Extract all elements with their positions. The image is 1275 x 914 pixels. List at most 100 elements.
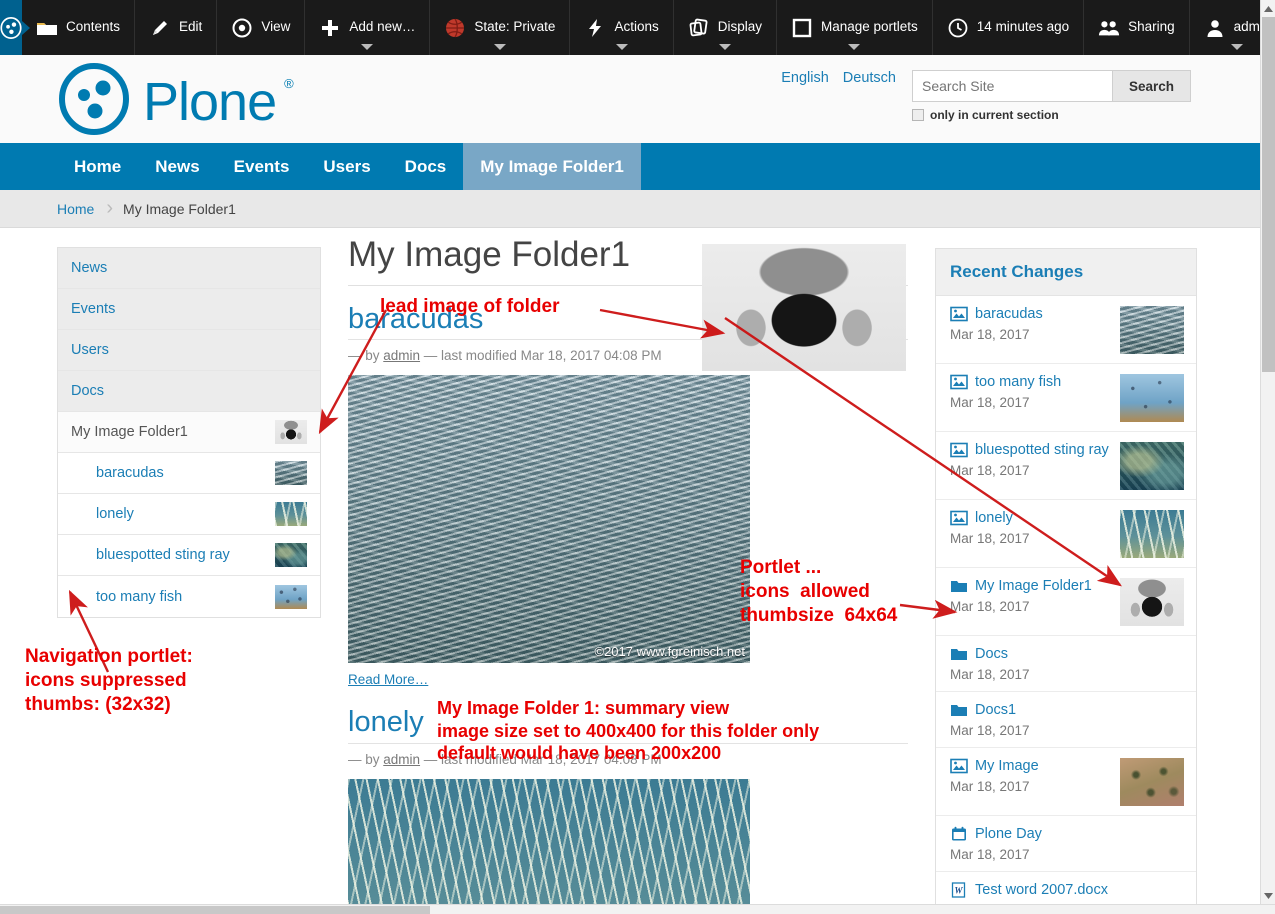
recent-changes-link[interactable]: Docs1	[975, 701, 1016, 719]
nav-portlet-link[interactable]: bluespotted sting ray	[96, 547, 230, 563]
nav-portlet-link[interactable]: News	[71, 260, 107, 276]
recent-changes-row[interactable]: My Image Folder1 Mar 18, 2017	[936, 568, 1196, 636]
chevron-down-icon	[616, 44, 628, 50]
vertical-scrollbar[interactable]	[1260, 0, 1275, 904]
toolbar-plone-logo-button[interactable]	[0, 0, 22, 55]
folder-icon	[36, 17, 58, 39]
toolbar-item-actions[interactable]: Actions	[570, 0, 673, 55]
navigation-portlet: News Events Users Docs My Image Folder1 …	[57, 247, 321, 618]
entry-image-baracudas[interactable]: ©2017 www.fgreinisch.net	[348, 375, 750, 663]
search-input[interactable]	[912, 70, 1112, 102]
recent-changes-date: Mar 18, 2017	[950, 723, 1184, 738]
toolbar-item-edit[interactable]: Edit	[135, 0, 217, 55]
recent-changes-row[interactable]: lonely Mar 18, 2017	[936, 500, 1196, 568]
language-link-deutsch[interactable]: Deutsch	[843, 70, 896, 86]
nav-item-docs[interactable]: Docs	[388, 143, 464, 190]
byline-author-link[interactable]: admin	[383, 752, 420, 767]
vertical-scrollbar-thumb[interactable]	[1262, 17, 1275, 372]
nav-portlet-link[interactable]: Users	[71, 342, 109, 358]
recent-changes-thumbnail	[1120, 758, 1184, 806]
toolbar-item-display[interactable]: Display	[674, 0, 777, 55]
recent-changes-date: Mar 18, 2017	[950, 531, 1114, 546]
scroll-down-arrow-icon[interactable]	[1261, 887, 1275, 904]
image-icon	[950, 374, 968, 392]
chevron-down-icon	[1231, 44, 1243, 50]
toolbar-item-state[interactable]: State: Private	[430, 0, 570, 55]
horizontal-scrollbar[interactable]	[0, 904, 1275, 914]
recent-changes-row[interactable]: baracudas Mar 18, 2017	[936, 296, 1196, 364]
search-section-option[interactable]: only in current section	[912, 108, 1182, 122]
recent-changes-link[interactable]: bluespotted sting ray	[975, 441, 1109, 459]
nav-portlet-row-lonely[interactable]: lonely	[58, 494, 320, 535]
toolbar-item-view[interactable]: View	[217, 0, 305, 55]
toolbar-item-label: Edit	[179, 20, 202, 36]
breadcrumb-link-home[interactable]: Home	[57, 201, 94, 217]
search-button[interactable]: Search	[1112, 70, 1191, 102]
nav-portlet-row-users[interactable]: Users	[58, 330, 320, 371]
recent-changes-link[interactable]: Plone Day	[975, 825, 1042, 843]
recent-changes-row[interactable]: Docs Mar 18, 2017	[936, 636, 1196, 692]
nav-portlet-link[interactable]: lonely	[96, 506, 134, 522]
breadcrumb-separator-icon: ›	[106, 197, 113, 220]
square-icon	[791, 17, 813, 39]
nav-item-my-image-folder1[interactable]: My Image Folder1	[463, 143, 641, 190]
breadcrumb: Home › My Image Folder1	[0, 190, 1260, 228]
recent-changes-link[interactable]: Docs	[975, 645, 1008, 663]
pencil-icon	[149, 17, 171, 39]
annotation-nav-portlet: Navigation portlet: icons suppressed thu…	[25, 645, 193, 716]
nav-portlet-link[interactable]: baracudas	[96, 465, 164, 481]
nav-item-home[interactable]: Home	[57, 143, 138, 190]
language-link-english[interactable]: English	[781, 70, 829, 86]
nav-portlet-row-events[interactable]: Events	[58, 289, 320, 330]
recent-changes-link[interactable]: My Image	[975, 757, 1039, 775]
toolbar-item-manage-portlets[interactable]: Manage portlets	[777, 0, 933, 55]
recent-changes-row[interactable]: Plone Day Mar 18, 2017	[936, 816, 1196, 872]
recent-changes-portlet: Recent Changes baracudas Mar 18, 2017 to…	[935, 248, 1197, 914]
read-more-link[interactable]: Read More…	[348, 672, 428, 687]
nav-portlet-link[interactable]: My Image Folder1	[71, 424, 188, 440]
svg-text:W: W	[954, 886, 963, 896]
scroll-up-arrow-icon[interactable]	[1261, 0, 1275, 17]
recent-changes-link[interactable]: baracudas	[975, 305, 1043, 323]
nav-portlet-row-my-image-folder1[interactable]: My Image Folder1	[58, 412, 320, 453]
nav-portlet-thumbnail	[275, 585, 307, 609]
toolbar-item-label: Manage portlets	[821, 20, 918, 36]
recent-changes-date: Mar 18, 2017	[950, 667, 1184, 682]
lead-image[interactable]	[702, 244, 906, 371]
toolbar-item-add-new[interactable]: Add new…	[305, 0, 430, 55]
recent-changes-row[interactable]: My Image Mar 18, 2017	[936, 748, 1196, 816]
recent-changes-link[interactable]: lonely	[975, 509, 1013, 527]
byline-author-link[interactable]: admin	[383, 348, 420, 363]
byline-prefix: — by	[348, 752, 383, 767]
word-doc-icon: W	[950, 882, 968, 900]
image-watermark: ©2017 www.fgreinisch.net	[595, 644, 746, 659]
nav-portlet-row-news[interactable]: News	[58, 248, 320, 289]
recent-changes-row[interactable]: bluespotted sting ray Mar 18, 2017	[936, 432, 1196, 500]
recent-changes-link[interactable]: Test word 2007.docx	[975, 881, 1108, 899]
nav-item-events[interactable]: Events	[217, 143, 307, 190]
toolbar-item-last-modified[interactable]: 14 minutes ago	[933, 0, 1084, 55]
nav-portlet-row-docs[interactable]: Docs	[58, 371, 320, 412]
nav-portlet-link[interactable]: Docs	[71, 383, 104, 399]
entry-image-lonely[interactable]	[348, 779, 750, 914]
site-logo[interactable]: Plone ®	[57, 62, 298, 141]
recent-changes-link[interactable]: too many fish	[975, 373, 1061, 391]
toolbar-item-label: 14 minutes ago	[977, 20, 1069, 36]
site-header: Plone ® English Deutsch Search only in cu…	[0, 55, 1260, 143]
nav-portlet-link[interactable]: Events	[71, 301, 115, 317]
nav-portlet-row-too-many-fish[interactable]: too many fish	[58, 576, 320, 617]
nav-item-users[interactable]: Users	[306, 143, 387, 190]
nav-item-news[interactable]: News	[138, 143, 216, 190]
recent-changes-row[interactable]: too many fish Mar 18, 2017	[936, 364, 1196, 432]
nav-portlet-row-bluespotted-sting-ray[interactable]: bluespotted sting ray	[58, 535, 320, 576]
toolbar-item-label: Contents	[66, 20, 120, 36]
toolbar-item-sharing[interactable]: Sharing	[1084, 0, 1190, 55]
checkbox-icon[interactable]	[912, 109, 924, 121]
nav-portlet-row-baracudas[interactable]: baracudas	[58, 453, 320, 494]
horizontal-scrollbar-thumb[interactable]	[0, 906, 430, 914]
recent-changes-link[interactable]: My Image Folder1	[975, 577, 1092, 595]
toolbar-item-label: State: Private	[474, 20, 555, 36]
toolbar-item-contents[interactable]: Contents	[22, 0, 135, 55]
nav-portlet-link[interactable]: too many fish	[96, 589, 182, 605]
recent-changes-row[interactable]: Docs1 Mar 18, 2017	[936, 692, 1196, 748]
